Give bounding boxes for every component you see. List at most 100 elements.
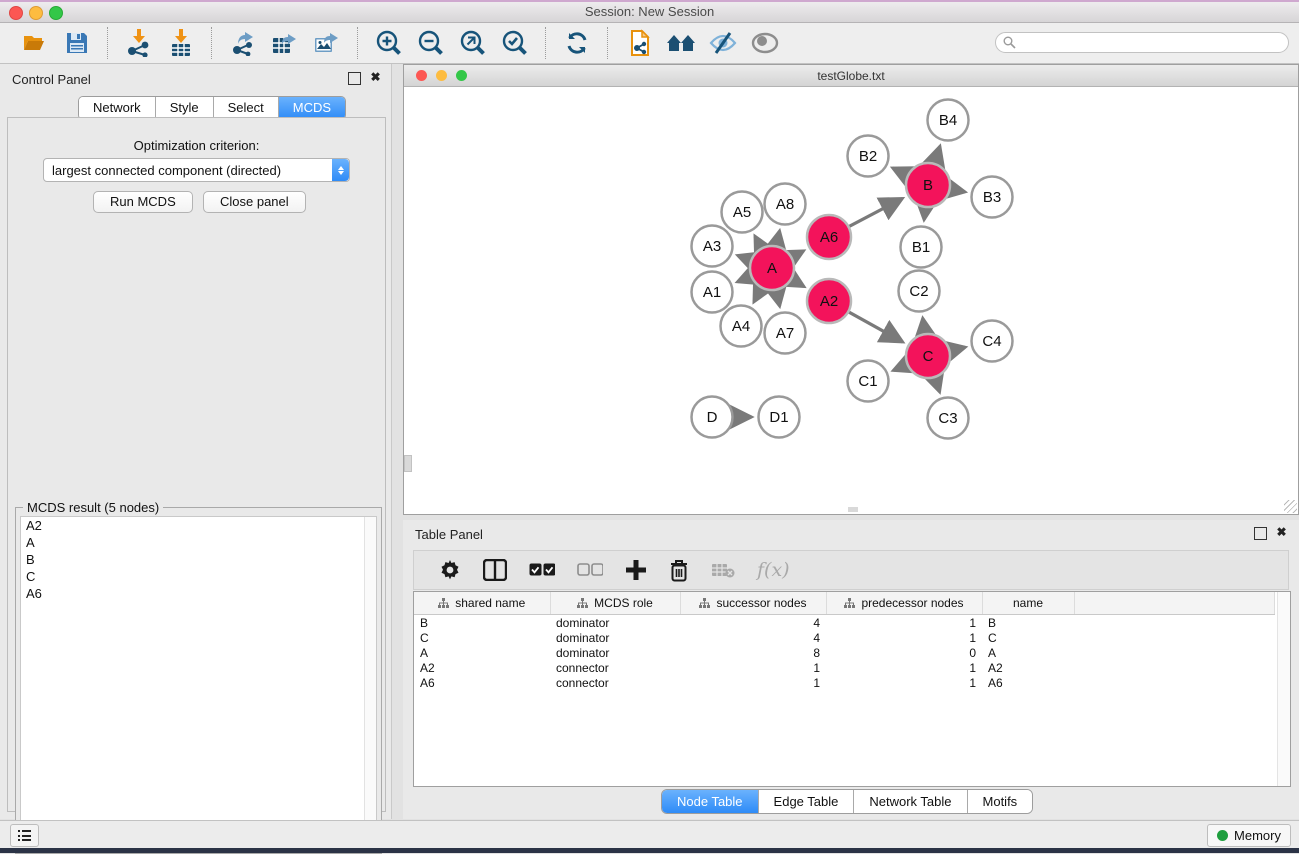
zoom-out-icon[interactable] — [416, 28, 446, 58]
node-C1[interactable]: C1 — [848, 361, 889, 402]
edge-B-B4[interactable] — [935, 146, 940, 163]
mcds-result-item[interactable]: A2 — [21, 517, 376, 534]
eye-icon[interactable] — [750, 28, 780, 58]
table-row[interactable]: A6connector11A6 — [414, 675, 1274, 690]
search-input[interactable] — [1020, 35, 1288, 51]
column-header[interactable]: predecessor nodes — [826, 592, 982, 615]
open-folder-icon[interactable] — [20, 28, 50, 58]
zoom-in-icon[interactable] — [374, 28, 404, 58]
edge-A-A6[interactable] — [792, 251, 803, 257]
node-C2[interactable]: C2 — [899, 271, 940, 312]
tab-style[interactable]: Style — [156, 97, 214, 119]
edge-A-A1[interactable] — [738, 277, 751, 282]
network-horizontal-scrollbar[interactable] — [848, 507, 858, 512]
mcds-result-list[interactable]: A2ABCA6 — [20, 516, 377, 849]
delete-icon[interactable] — [669, 559, 689, 582]
refresh-icon[interactable] — [562, 28, 592, 58]
node-B[interactable]: B — [906, 163, 950, 207]
hide-eye-icon[interactable] — [708, 28, 738, 58]
edge-C-C4[interactable] — [950, 347, 965, 350]
memory-button[interactable]: Memory — [1207, 824, 1291, 847]
gear-icon[interactable] — [439, 559, 461, 581]
node-C[interactable]: C — [906, 334, 950, 378]
tab-node-table[interactable]: Node Table — [662, 790, 759, 813]
table-scrollbar[interactable] — [1277, 592, 1290, 786]
task-history-button[interactable] — [10, 824, 39, 847]
edge-B-B3[interactable] — [951, 189, 965, 192]
node-A5[interactable]: A5 — [722, 192, 763, 233]
column-header[interactable]: successor nodes — [680, 592, 826, 615]
tab-network[interactable]: Network — [79, 97, 156, 119]
edge-A-A7[interactable] — [777, 291, 780, 306]
edge-C-C2[interactable] — [923, 318, 925, 333]
edge-A-A2[interactable] — [792, 280, 804, 287]
column-header[interactable]: name — [982, 592, 1074, 615]
edge-A6-B[interactable] — [849, 198, 902, 226]
node-D1[interactable]: D1 — [759, 397, 800, 438]
table-row[interactable]: Bdominator41B — [414, 615, 1274, 631]
list-scrollbar[interactable] — [364, 517, 376, 848]
column-header[interactable]: MCDS role — [550, 592, 680, 615]
import-table-icon[interactable] — [166, 28, 196, 58]
edge-A-A8[interactable] — [777, 231, 780, 246]
node-A[interactable]: A — [750, 246, 794, 290]
columns-icon[interactable] — [483, 559, 507, 581]
mcds-result-item[interactable]: A6 — [21, 585, 376, 602]
import-network-icon[interactable] — [124, 28, 154, 58]
node-C4[interactable]: C4 — [972, 321, 1013, 362]
node-A7[interactable]: A7 — [765, 313, 806, 354]
float-table-panel-icon[interactable] — [1254, 527, 1267, 540]
network-canvas[interactable]: B4 B2 B B3 A5A8A6 A3 B1 A A1 C2 A2 A4A7 C4 C C1 D D1 C3 — [404, 87, 1298, 514]
resize-grip-icon[interactable] — [1284, 500, 1297, 513]
node-C3[interactable]: C3 — [928, 398, 969, 439]
home-icon[interactable] — [666, 28, 696, 58]
mcds-result-item[interactable]: C — [21, 568, 376, 585]
node-B1[interactable]: B1 — [901, 227, 942, 268]
export-image-icon[interactable] — [312, 28, 342, 58]
search-field[interactable] — [995, 32, 1289, 53]
node-A2[interactable]: A2 — [807, 279, 851, 323]
node-A3[interactable]: A3 — [692, 226, 733, 267]
node-B4[interactable]: B4 — [928, 100, 969, 141]
edge-C-C3[interactable] — [935, 378, 939, 392]
tab-mcds[interactable]: MCDS — [279, 97, 345, 119]
tab-network-table[interactable]: Network Table — [854, 790, 967, 813]
edge-A2-C[interactable] — [849, 312, 903, 342]
network-document-icon[interactable] — [624, 28, 654, 58]
tab-select[interactable]: Select — [214, 97, 279, 119]
node-B3[interactable]: B3 — [972, 177, 1013, 218]
mcds-result-item[interactable]: B — [21, 551, 376, 568]
node-A8[interactable]: A8 — [765, 184, 806, 225]
edge-A-A3[interactable] — [738, 255, 751, 260]
export-network-icon[interactable] — [228, 28, 258, 58]
run-mcds-button[interactable]: Run MCDS — [93, 191, 193, 213]
tab-edge-table[interactable]: Edge Table — [759, 790, 855, 813]
node-A1[interactable]: A1 — [692, 272, 733, 313]
table-row[interactable]: A2connector11A2 — [414, 660, 1274, 675]
close-panel-button[interactable]: Close panel — [203, 191, 306, 213]
zoom-fit-icon[interactable] — [458, 28, 488, 58]
node-A6[interactable]: A6 — [807, 215, 851, 259]
add-icon[interactable] — [625, 559, 647, 581]
node-B2[interactable]: B2 — [848, 136, 889, 177]
edge-A-A4[interactable] — [754, 288, 761, 301]
network-vertical-scrollbar[interactable] — [404, 455, 412, 472]
node-D[interactable]: D — [692, 397, 733, 438]
export-table-icon[interactable] — [270, 28, 300, 58]
node-table[interactable]: shared nameMCDS rolesuccessor nodesprede… — [413, 591, 1291, 787]
tab-motifs[interactable]: Motifs — [968, 790, 1033, 813]
node-A4[interactable]: A4 — [721, 306, 762, 347]
deselect-all-icon[interactable] — [577, 563, 603, 577]
table-row[interactable]: Cdominator41C — [414, 630, 1274, 645]
close-table-panel-icon[interactable]: ✖ — [1276, 527, 1287, 538]
edge-B-B1[interactable] — [924, 208, 925, 220]
edge-A-A5[interactable] — [755, 236, 761, 247]
column-header[interactable]: shared name — [414, 592, 550, 615]
select-all-icon[interactable] — [529, 563, 555, 577]
optimization-criterion-select[interactable]: largest connected component (directed) — [43, 158, 350, 182]
table-row[interactable]: Adominator80A — [414, 645, 1274, 660]
close-panel-icon[interactable]: ✖ — [370, 72, 381, 83]
network-window-titlebar[interactable]: testGlobe.txt — [404, 65, 1298, 87]
mcds-result-item[interactable]: A — [21, 534, 376, 551]
edge-B-B2[interactable] — [893, 168, 908, 175]
